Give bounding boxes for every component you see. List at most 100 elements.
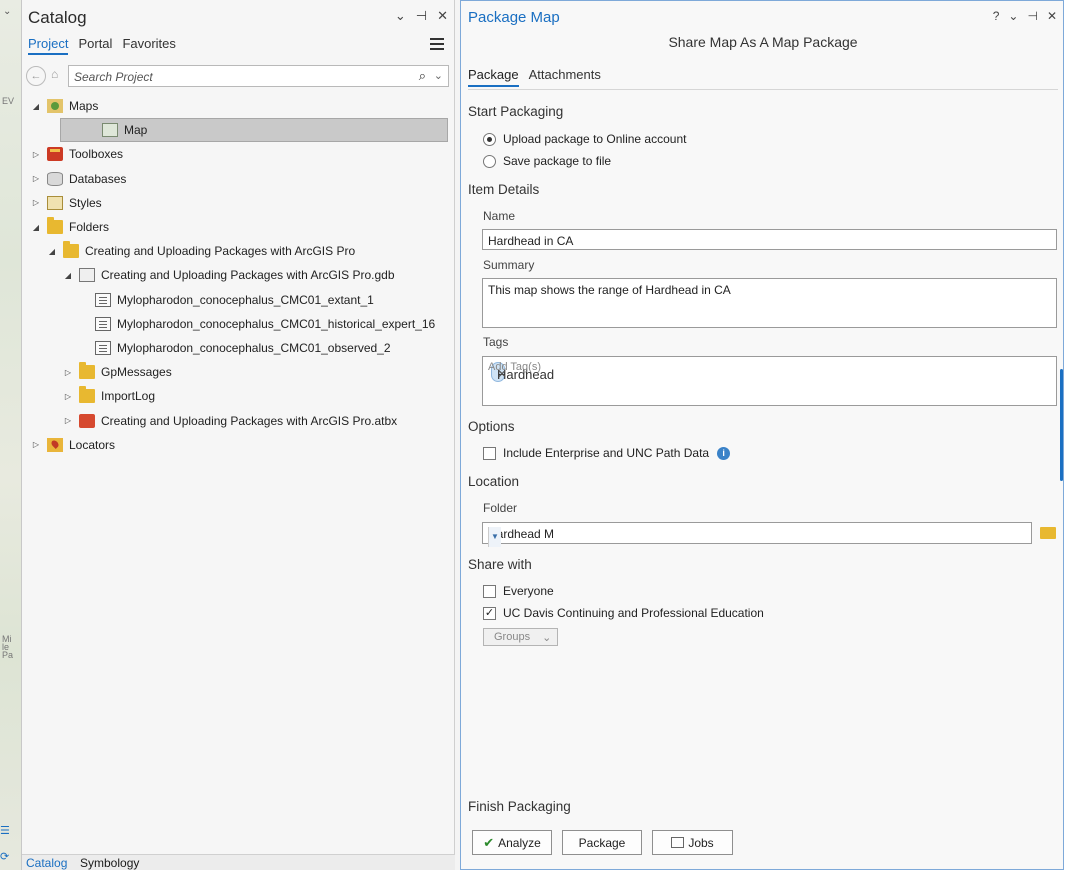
add-tag-input[interactable]: Add Tag(s)	[488, 361, 541, 373]
close-icon[interactable]: ✕	[1047, 9, 1057, 23]
expand-arrow-icon[interactable]: ◢	[47, 247, 57, 256]
package-map-pane: Package Map ? ⌄ ⊣ ✕ Share Map As A Map P…	[460, 0, 1064, 870]
folder-icon	[47, 217, 63, 235]
tags-field[interactable]: Hardhead ✕ Add Tag(s)	[482, 356, 1057, 406]
analyze-button[interactable]: ✔ Analyze	[472, 830, 552, 855]
tree-item-map[interactable]: Map	[60, 118, 448, 143]
tab-package[interactable]: Package	[468, 67, 519, 87]
tab-portal[interactable]: Portal	[78, 36, 112, 55]
search-icon[interactable]: ⌕	[419, 68, 426, 84]
tree-item-label: Styles	[69, 195, 102, 210]
tree-item-toolboxes[interactable]: ▷ Toolboxes	[22, 142, 455, 166]
expand-arrow-icon[interactable]: ◢	[31, 102, 41, 111]
groups-dropdown[interactable]: Groups ⌄	[483, 628, 558, 646]
org-option[interactable]: ✓ UC Davis Continuing and Professional E…	[483, 606, 764, 620]
dropdown-arrow-icon[interactable]: ▼	[488, 527, 501, 547]
help-icon[interactable]: ?	[993, 9, 1000, 23]
tab-attachments[interactable]: Attachments	[529, 67, 601, 87]
refresh-icon[interactable]: ⟳	[0, 850, 9, 863]
collapse-arrow-icon[interactable]: ▷	[31, 198, 41, 207]
tree-item-locators[interactable]: ▷ Locators	[22, 433, 455, 457]
tree-item-atbx[interactable]: ▷ Creating and Uploading Packages with A…	[22, 408, 455, 432]
name-field[interactable]: Hardhead in CA	[482, 229, 1057, 250]
window-edge	[1064, 0, 1068, 870]
geodatabase-icon	[79, 268, 95, 283]
divider	[468, 89, 1058, 90]
checkbox-checked[interactable]: ✓	[483, 606, 496, 620]
close-icon[interactable]: ✕	[437, 8, 448, 24]
toolbox-icon	[47, 147, 63, 162]
tree-item-databases[interactable]: ▷ Databases	[22, 167, 455, 191]
tree-item-label: GpMessages	[101, 365, 172, 380]
radio-button[interactable]	[483, 154, 496, 168]
collapse-arrow-icon[interactable]: ▷	[63, 392, 73, 401]
radio-label: Save package to file	[503, 154, 612, 168]
search-input[interactable]: Search Project ⌕ ⌄	[68, 65, 449, 87]
tab-symbology[interactable]: Symbology	[80, 856, 139, 870]
expand-arrow-icon[interactable]: ◢	[31, 223, 41, 232]
summary-field[interactable]: This map shows the range of Hardhead in …	[482, 278, 1057, 328]
checkbox[interactable]	[483, 446, 496, 460]
folder-open-icon[interactable]	[1040, 527, 1056, 539]
folder-field[interactable]: Hardhead M ▼	[482, 522, 1032, 547]
collapse-arrow-icon[interactable]: ▷	[31, 440, 41, 449]
pane-options-icon[interactable]: ⌄	[395, 8, 406, 24]
collapse-arrow-icon[interactable]: ▷	[63, 368, 73, 377]
tree-item-feature-class[interactable]: Mylopharodon_conocephalus_CMC01_observed…	[22, 336, 455, 360]
chevron-down-icon[interactable]: ⌄	[434, 69, 443, 82]
tree-item-maps[interactable]: ◢ Maps	[22, 94, 455, 118]
tree-item-feature-class[interactable]: Mylopharodon_conocephalus_CMC01_extant_1	[22, 288, 455, 312]
collapse-arrow-icon[interactable]: ▷	[63, 416, 73, 425]
home-icon[interactable]: ⌂	[51, 67, 58, 81]
start-packaging-heading: Start Packaging	[468, 104, 564, 119]
tree-item-importlog[interactable]: ▷ ImportLog	[22, 384, 455, 408]
tree-item-folders[interactable]: ◢ Folders	[22, 215, 455, 239]
checkmark-icon: ✔	[483, 834, 495, 850]
tree-item-label: Creating and Uploading Packages with Arc…	[101, 413, 398, 428]
tab-project[interactable]: Project	[28, 36, 69, 55]
pin-icon[interactable]: ⊣	[1027, 9, 1037, 23]
everyone-option[interactable]: Everyone	[483, 584, 554, 598]
checkbox[interactable]	[483, 584, 496, 598]
collapse-arrow-icon[interactable]: ▷	[31, 174, 41, 183]
tree-item-gpmessages[interactable]: ▷ GpMessages	[22, 360, 455, 384]
include-enterprise-option[interactable]: Include Enterprise and UNC Path Data i	[483, 446, 731, 460]
button-label: Jobs	[688, 835, 714, 850]
folder-label: Folder	[483, 501, 518, 515]
tab-catalog[interactable]: Catalog	[26, 856, 67, 870]
tree-item-project-folder[interactable]: ◢ Creating and Uploading Packages with A…	[22, 239, 455, 263]
tree-item-gdb[interactable]: ◢ Creating and Uploading Packages with A…	[22, 263, 455, 287]
tab-favorites[interactable]: Favorites	[122, 36, 175, 55]
upload-option[interactable]: Upload package to Online account	[483, 132, 686, 146]
jobs-button[interactable]: Jobs	[652, 830, 733, 855]
checkbox-label: Everyone	[503, 584, 554, 598]
radio-button[interactable]	[483, 132, 496, 146]
collapse-arrow-icon[interactable]: ▷	[31, 150, 41, 159]
info-icon[interactable]: i	[717, 446, 731, 460]
save-to-file-option[interactable]: Save package to file	[483, 154, 611, 168]
pin-icon[interactable]: ⊣	[416, 8, 427, 24]
package-button[interactable]: Package	[562, 830, 642, 855]
summary-label: Summary	[483, 258, 535, 272]
tree-item-label: Creating and Uploading Packages with Arc…	[101, 268, 395, 283]
tree-item-label: Mylopharodon_conocephalus_CMC01_extant_1	[117, 292, 374, 307]
expand-arrow-icon[interactable]: ◢	[63, 271, 73, 280]
back-arrow-icon[interactable]: ←	[26, 66, 46, 86]
folder-icon	[63, 241, 79, 259]
chevron-down-icon[interactable]: ⌄	[3, 6, 11, 17]
maps-icon	[47, 99, 63, 114]
tree-item-label: Mylopharodon_conocephalus_CMC01_historic…	[117, 316, 436, 331]
groups-label: Groups	[494, 631, 531, 643]
feature-class-icon	[95, 292, 111, 307]
catalog-pane: Catalog ⌄ ⊣ ✕ Project Portal Favorites ←…	[22, 0, 455, 870]
pane-options-icon[interactable]: ⌄	[1008, 9, 1018, 23]
catalog-title: Catalog	[28, 8, 87, 27]
scrollbar[interactable]	[1060, 369, 1063, 481]
catalog-tree: ◢ Maps Map ▷ Toolboxes ▷ Databases ▷ Sty…	[22, 94, 455, 457]
tree-item-label: Databases	[69, 171, 127, 186]
table-icon[interactable]: ☰	[0, 824, 10, 837]
menu-icon[interactable]	[430, 38, 444, 50]
tree-item-styles[interactable]: ▷ Styles	[22, 191, 455, 215]
search-placeholder: Search Project	[74, 70, 153, 84]
tree-item-feature-class[interactable]: Mylopharodon_conocephalus_CMC01_historic…	[22, 312, 455, 336]
